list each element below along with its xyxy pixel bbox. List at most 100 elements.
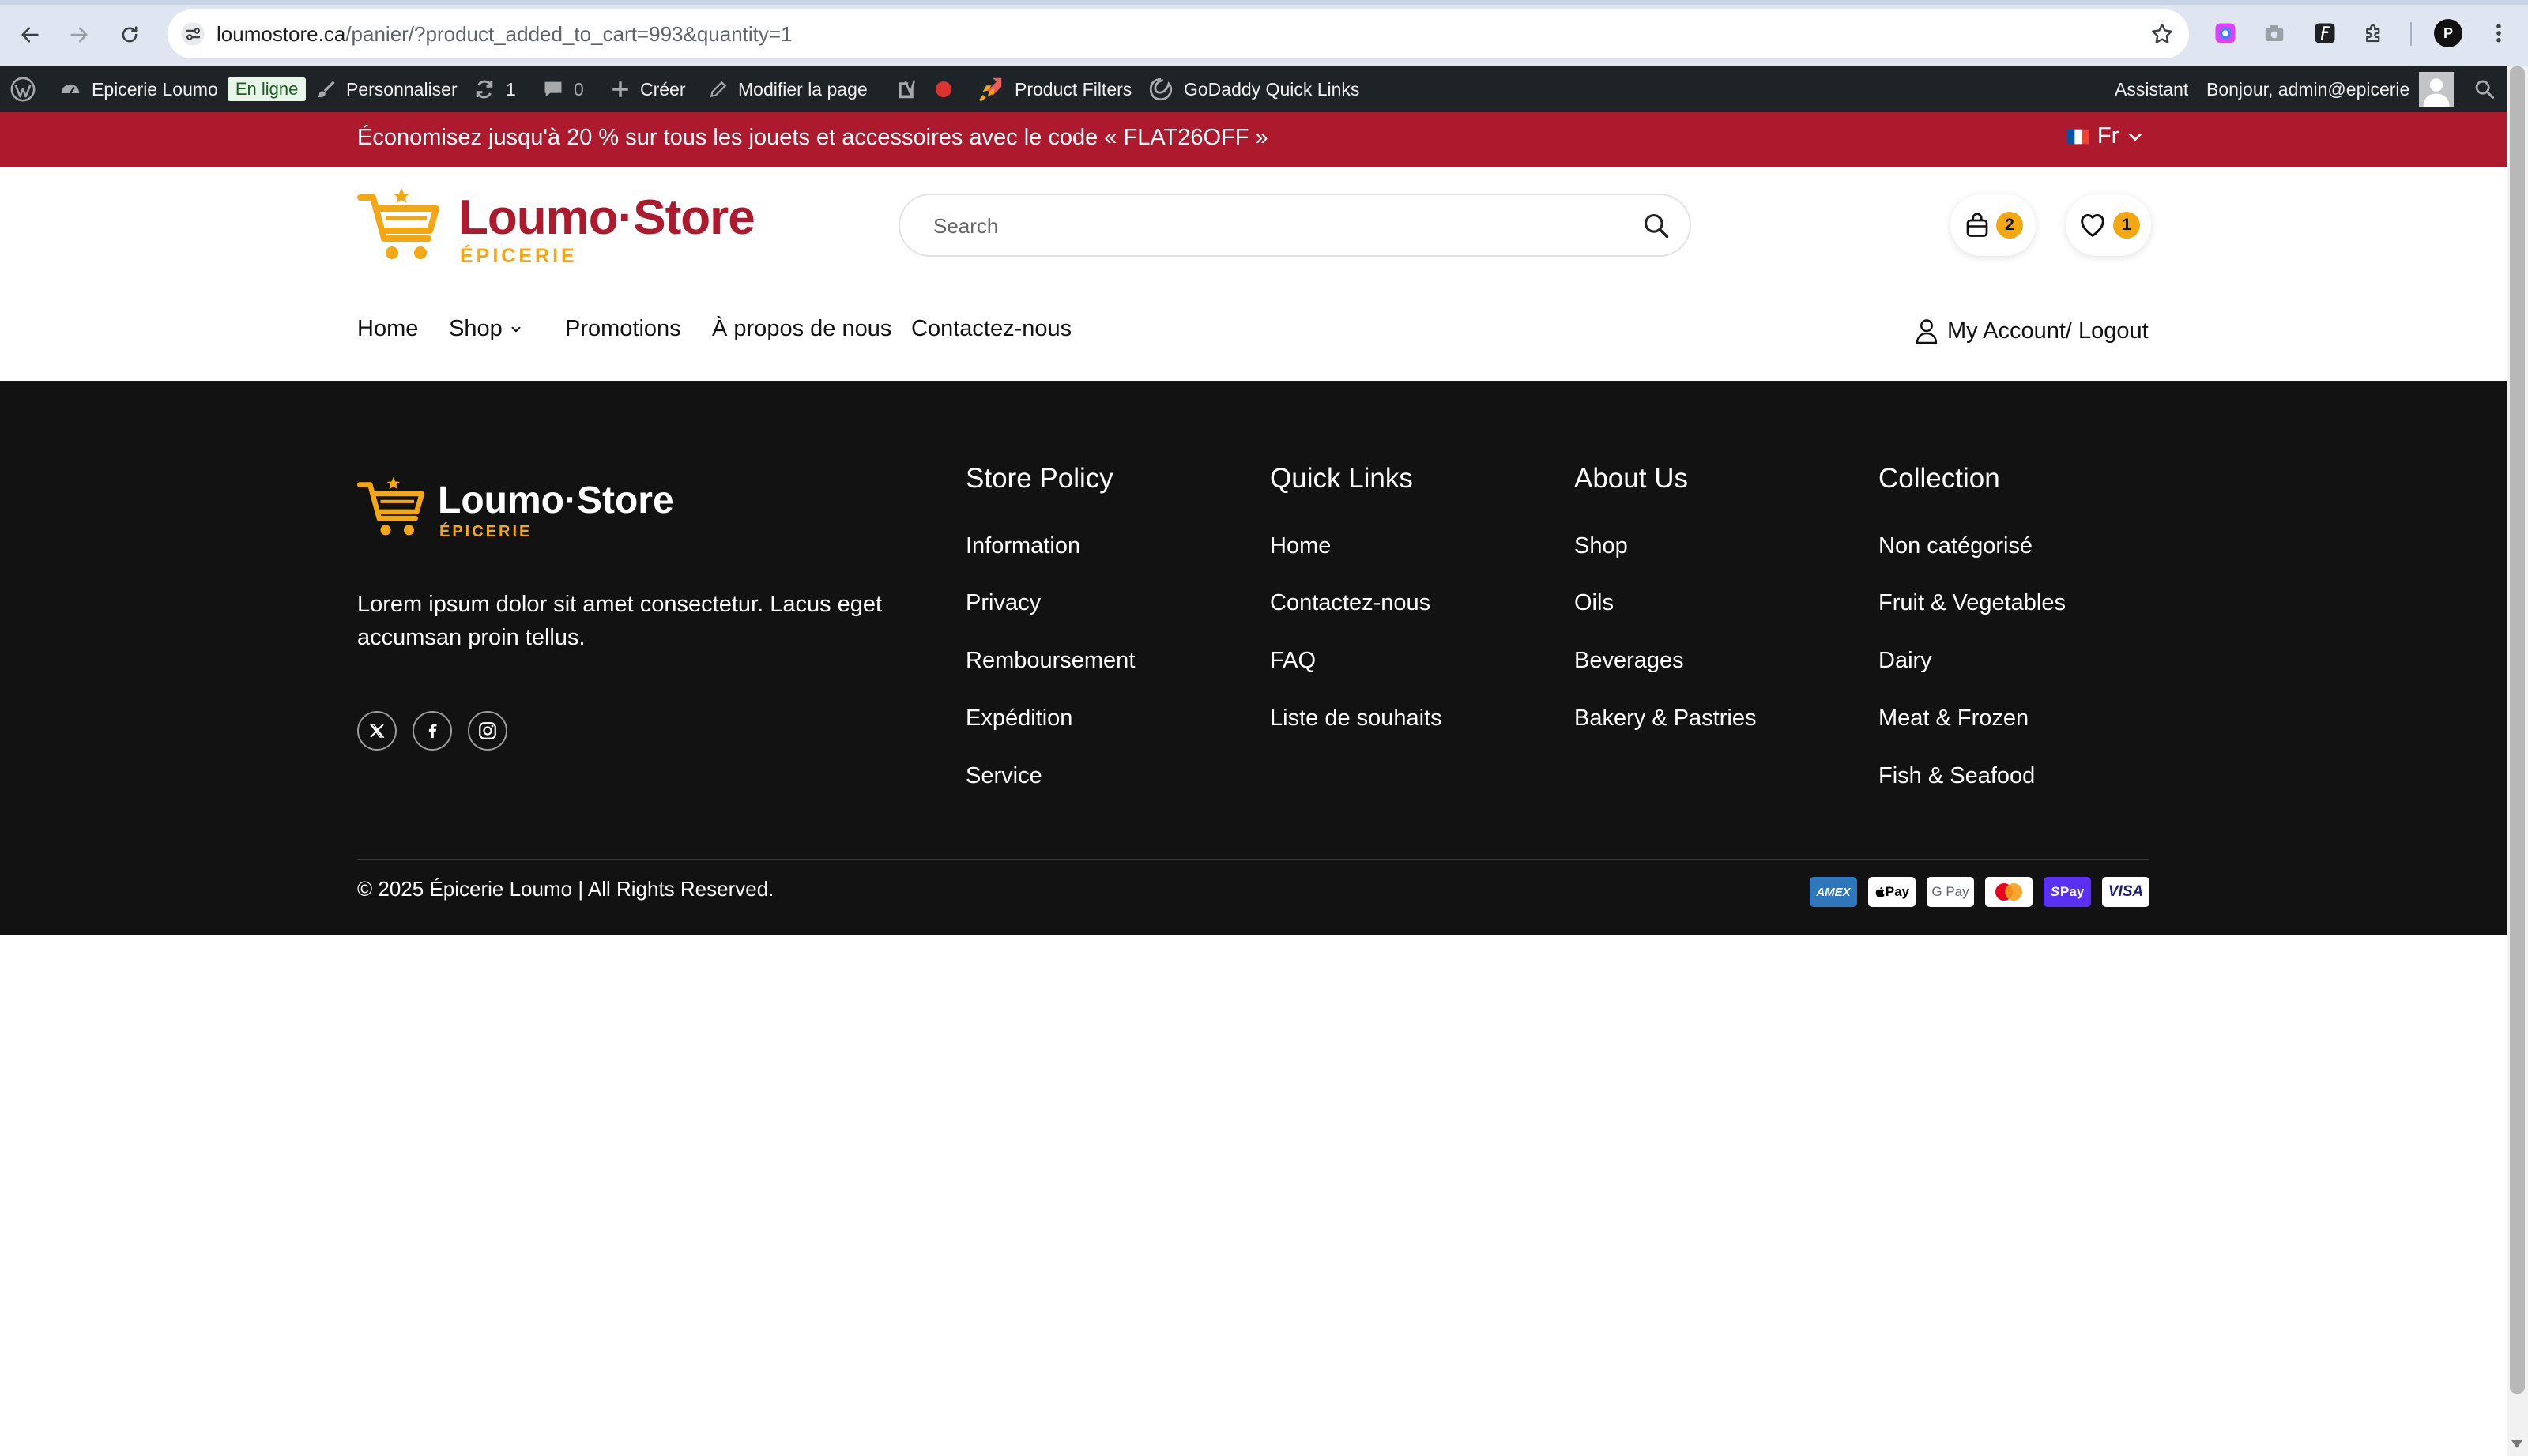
camera-icon[interactable] xyxy=(2259,17,2290,49)
footer-link-privacy[interactable]: Privacy xyxy=(966,590,1041,616)
instagram-link[interactable] xyxy=(468,711,507,751)
browser-menu-button[interactable] xyxy=(2483,17,2515,49)
apple-pay-label: Pay xyxy=(1885,884,1910,899)
search-bar xyxy=(899,194,1691,257)
menu-item-shop[interactable]: Shop xyxy=(449,316,523,342)
footer-link-expedition[interactable]: Expédition xyxy=(966,705,1072,732)
logo-tagline: ÉPICERIE xyxy=(460,245,578,267)
footer-logo[interactable]: Loumo·Store ÉPICERIE xyxy=(357,476,674,542)
footer-link-wishlist[interactable]: Liste de souhaits xyxy=(1270,705,1442,732)
footer-link-fruit-vegetables[interactable]: Fruit & Vegetables xyxy=(1878,590,2066,616)
heart-icon xyxy=(2081,214,2104,237)
cart-button[interactable]: 2 xyxy=(1950,194,2036,256)
menu-item-contact[interactable]: Contactez-nous xyxy=(911,316,1072,342)
scroll-down-arrow-icon[interactable] xyxy=(2511,1440,2522,1448)
edit-page-label: Modifier la page xyxy=(738,78,868,100)
product-filters-link[interactable]: Product Filters xyxy=(975,66,1132,112)
twitter-x-link[interactable] xyxy=(357,711,397,751)
comments-link[interactable]: 0 xyxy=(542,66,584,112)
footer-link-contact[interactable]: Contactez-nous xyxy=(1270,590,1430,616)
assistant-link[interactable]: Assistant xyxy=(2115,66,2188,112)
footer-link-service[interactable]: Service xyxy=(966,763,1042,789)
wordpress-icon xyxy=(10,77,36,102)
product-filters-label: Product Filters xyxy=(1015,78,1132,100)
extension-color-icon[interactable] xyxy=(2210,17,2241,49)
footer-divider xyxy=(357,859,2149,860)
footer-link-remboursement[interactable]: Remboursement xyxy=(966,648,1135,674)
yoast-seo-menu[interactable] xyxy=(895,66,951,112)
shopping-bag-icon xyxy=(1966,213,1988,237)
footer-logo-wordmark: Loumo·Store xyxy=(438,480,674,521)
site-logo[interactable]: Loumo·Store ÉPICERIE xyxy=(357,186,755,267)
search-input[interactable] xyxy=(932,211,1627,241)
edit-page-link[interactable]: Modifier la page xyxy=(708,66,868,112)
wishlist-button[interactable]: 1 xyxy=(2066,194,2151,256)
wordpress-logo-button[interactable] xyxy=(9,66,36,112)
site-name-menu[interactable]: Epicerie Loumo En ligne xyxy=(58,66,307,112)
footer-link-uncategorized[interactable]: Non catégorisé xyxy=(1878,533,2033,559)
profile-avatar[interactable]: P xyxy=(2432,17,2464,49)
site-settings-icon[interactable] xyxy=(180,21,205,47)
bookmark-star-icon[interactable] xyxy=(2149,21,2175,47)
cart-count-badge: 2 xyxy=(1996,212,2023,239)
account-menu[interactable]: Bonjour, admin@epicerie xyxy=(2206,66,2455,112)
godaddy-icon xyxy=(1149,77,1173,101)
menu-item-home[interactable]: Home xyxy=(357,316,418,342)
language-label: Fr xyxy=(2097,123,2119,149)
puzzle-extensions-icon[interactable] xyxy=(2358,17,2390,49)
my-account-link[interactable]: My Account/ Logout xyxy=(1912,316,2149,346)
my-account-label: My Account/ Logout xyxy=(1947,318,2149,344)
reload-button[interactable] xyxy=(111,16,149,54)
url-text[interactable]: loumostore.ca/panier/?product_added_to_c… xyxy=(217,22,793,47)
footer-link-information[interactable]: Information xyxy=(966,533,1080,559)
address-bar[interactable]: loumostore.ca/panier/?product_added_to_c… xyxy=(168,9,2189,58)
search-submit-button[interactable] xyxy=(1641,211,1671,241)
apple-logo-icon xyxy=(1875,886,1885,898)
footer-description: Lorem ipsum dolor sit amet consectetur. … xyxy=(357,592,883,650)
footer-link-bakery[interactable]: Bakery & Pastries xyxy=(1574,705,1756,732)
promo-text: Économisez jusqu'à 20 % sur tous les jou… xyxy=(357,125,1268,150)
language-switcher[interactable]: Fr xyxy=(2067,123,2144,149)
site-name-label: Epicerie Loumo xyxy=(92,78,218,100)
forward-button[interactable] xyxy=(60,16,98,54)
x-twitter-icon xyxy=(369,724,385,738)
chevron-down-icon xyxy=(2129,133,2142,141)
godaddy-label: GoDaddy Quick Links xyxy=(1184,78,1360,100)
user-avatar xyxy=(2419,72,2455,107)
footer-link-beverages[interactable]: Beverages xyxy=(1574,648,1684,674)
promo-banner: Économisez jusqu'à 20 % sur tous les jou… xyxy=(0,112,2507,167)
comments-count: 0 xyxy=(574,78,584,100)
footer-link-oils[interactable]: Oils xyxy=(1574,590,1614,616)
updates-link[interactable]: 1 xyxy=(473,66,516,112)
comment-bubble-icon xyxy=(544,81,562,97)
menu-home-label: Home xyxy=(357,316,419,341)
menu-item-about[interactable]: À propos de nous xyxy=(712,316,891,342)
assistant-label: Assistant xyxy=(2115,78,2189,100)
pencil-icon xyxy=(710,81,727,98)
footer-link-shop[interactable]: Shop xyxy=(1574,533,1628,559)
menu-item-promotions[interactable]: Promotions xyxy=(565,316,681,342)
refresh-updates-icon xyxy=(476,80,493,99)
create-new-menu[interactable]: Créer xyxy=(610,66,686,112)
admin-search-button[interactable] xyxy=(2473,66,2496,112)
footer-heading-collection: Collection xyxy=(1878,463,2000,494)
back-button[interactable] xyxy=(11,16,49,54)
shop-pay-glyph-icon: S xyxy=(2050,884,2060,899)
font-extension-icon[interactable] xyxy=(2309,17,2341,49)
footer-link-home[interactable]: Home xyxy=(1270,533,1331,559)
godaddy-quick-links-menu[interactable]: GoDaddy Quick Links xyxy=(1147,66,1359,112)
scrollbar-thumb[interactable] xyxy=(2510,66,2525,1394)
browser-toolbar: loumostore.ca/panier/?product_added_to_c… xyxy=(0,0,2528,66)
user-icon xyxy=(1916,319,1938,344)
page-scrollbar[interactable] xyxy=(2507,66,2528,1456)
amex-label: AMEX xyxy=(1816,885,1851,899)
footer-link-fish-seafood[interactable]: Fish & Seafood xyxy=(1878,763,2035,789)
menu-promotions-label: Promotions xyxy=(565,316,681,341)
footer-link-meat-frozen[interactable]: Meat & Frozen xyxy=(1878,705,2029,732)
facebook-link[interactable] xyxy=(413,711,452,751)
footer-link-dairy[interactable]: Dairy xyxy=(1878,648,1932,674)
shop-pay-label: Pay xyxy=(2060,884,2085,899)
customize-link[interactable]: Personnaliser xyxy=(315,66,458,112)
footer-link-faq[interactable]: FAQ xyxy=(1270,648,1316,674)
updates-count: 1 xyxy=(506,78,516,100)
